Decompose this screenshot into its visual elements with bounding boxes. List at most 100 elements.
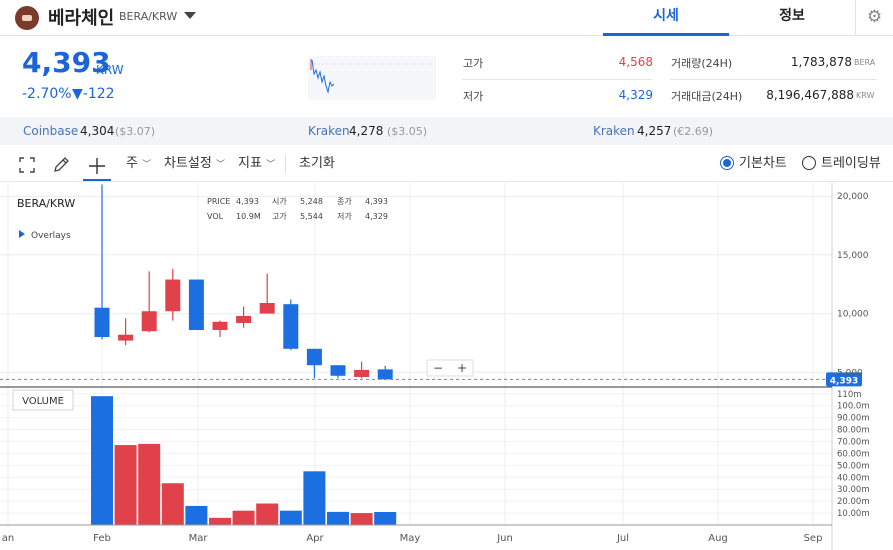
volume-tick-label: 90.00m <box>837 414 870 424</box>
volume-label: 거래량(24H) <box>671 57 733 70</box>
fullscreen-icon[interactable] <box>19 157 35 173</box>
volume-bar <box>91 396 113 525</box>
volume-tick-label: 70.00m <box>837 437 870 447</box>
divider <box>285 155 286 173</box>
legend-label: 고가 <box>272 212 287 221</box>
volume-tick-label: 40.00m <box>837 473 870 483</box>
x-tick-label: Jun <box>496 533 513 544</box>
zoom-in-icon: + <box>457 361 467 375</box>
active-tool-indicator <box>83 179 111 181</box>
y-tick-label: 15,000 <box>837 251 869 261</box>
legend-label: 종가 <box>337 197 352 206</box>
candlestick-chart[interactable]: 4,393 20,000 15,000 10,000 5,000 110m 100.0m 90… <box>0 183 893 550</box>
y-tick-label: 5,000 <box>837 368 863 378</box>
zoom-out-icon: − <box>433 361 443 375</box>
radio-trading-view[interactable] <box>802 156 816 170</box>
volume-bar <box>114 445 137 525</box>
chart-settings-label: 차트설정 <box>164 156 212 171</box>
volume-bar <box>303 471 326 525</box>
legend-label: PRICE <box>207 197 230 206</box>
chart-symbol: BERA/KRW <box>17 197 75 210</box>
volume-bar <box>374 511 397 525</box>
price-unit: KRW <box>96 63 124 77</box>
exchange-sub: ($3.07) <box>115 125 156 138</box>
volume-bar <box>256 503 279 525</box>
chart-settings-select[interactable]: 차트설정 ﹀ <box>164 147 225 181</box>
x-tick-label: an <box>2 533 14 544</box>
tab-info[interactable]: 정보 <box>729 0 855 36</box>
legend-value: 4,393 <box>236 197 259 206</box>
volume-label: VOLUME <box>22 396 64 407</box>
crosshair-icon[interactable] <box>88 157 106 175</box>
chevron-down-icon[interactable] <box>184 12 196 19</box>
candle-body <box>306 348 322 366</box>
overlays-label: Overlays <box>31 231 71 241</box>
x-tick-label: Apr <box>306 533 324 544</box>
volume-tick-label: 20.00m <box>837 497 870 507</box>
candle-body <box>330 365 346 376</box>
volume-bar <box>279 510 302 525</box>
coin-logo-icon <box>15 6 39 30</box>
y-tick-label: 20,000 <box>837 192 869 202</box>
volume-bar <box>350 513 373 525</box>
coin-pair[interactable]: BERA/KRW <box>119 10 177 23</box>
chevron-down-icon: ﹀ <box>142 160 152 170</box>
x-tick-label: Feb <box>93 533 111 544</box>
legend-value: 10.9M <box>236 212 261 221</box>
trading-view-label[interactable]: 트레이딩뷰 <box>821 147 881 181</box>
indicators-label: 지표 <box>238 156 262 171</box>
exchange-price: 4,257 <box>637 124 672 138</box>
candle-body <box>212 321 228 331</box>
candle-body <box>236 315 252 323</box>
play-icon <box>19 230 25 238</box>
candle-body <box>377 369 393 380</box>
legend-label: VOL <box>207 212 224 221</box>
radio-selected-dot <box>723 159 731 167</box>
indicators-select[interactable]: 지표 ﹀ <box>238 147 275 181</box>
volume-bar <box>138 443 161 525</box>
volume-value: 1,783,878 <box>790 55 852 69</box>
volume-bar <box>232 510 255 525</box>
volume-bar <box>209 517 231 525</box>
candle-body <box>283 304 299 349</box>
volume-unit: BERA <box>854 58 876 67</box>
candle-body <box>188 279 204 331</box>
volume-bar <box>161 483 184 525</box>
exchange-price: 4,304 <box>80 124 115 138</box>
volume-bars <box>91 396 397 525</box>
exchange-name: Kraken <box>308 124 350 138</box>
reset-button[interactable]: 초기화 <box>299 147 335 181</box>
tab-market[interactable]: 시세 <box>603 0 729 36</box>
volume-tick-label: 10.00m <box>837 509 870 519</box>
x-tick-label: Sep <box>804 533 823 544</box>
coin-name[interactable]: 베라체인 <box>48 4 114 30</box>
legend-value: 5,544 <box>300 212 323 221</box>
candle-body <box>141 311 157 332</box>
exchange-sub: (€2.69) <box>673 125 714 138</box>
candle-body <box>165 279 181 312</box>
legend-label: 시가 <box>272 197 287 206</box>
amount-value: 8,196,467,888 <box>766 88 854 102</box>
volume-bar <box>327 511 349 525</box>
pencil-icon[interactable] <box>52 156 70 174</box>
exchange-name: Coinbase <box>23 124 79 138</box>
period-label: 주 <box>126 156 138 171</box>
mini-price-chart <box>308 56 436 100</box>
candle-body <box>118 334 134 341</box>
legend-label: 저가 <box>337 212 352 221</box>
divider <box>670 79 877 80</box>
amount-unit: KRW <box>856 91 875 100</box>
period-select[interactable]: 주 ﹀ <box>126 147 151 181</box>
x-tick-label: Jul <box>616 533 629 544</box>
gear-icon[interactable]: ⚙ <box>855 0 893 36</box>
candle-body <box>94 307 110 338</box>
x-tick-label: Aug <box>708 533 728 544</box>
volume-bar <box>185 505 208 525</box>
basic-chart-label[interactable]: 기본차트 <box>739 147 787 181</box>
change-rate: -2.70% <box>22 86 72 102</box>
high-label: 고가 <box>463 57 484 70</box>
high-value: 4,568 <box>618 55 653 69</box>
volume-tick-label: 60.00m <box>837 449 870 459</box>
candle-body <box>259 303 275 314</box>
chevron-down-icon: ﹀ <box>266 160 276 170</box>
